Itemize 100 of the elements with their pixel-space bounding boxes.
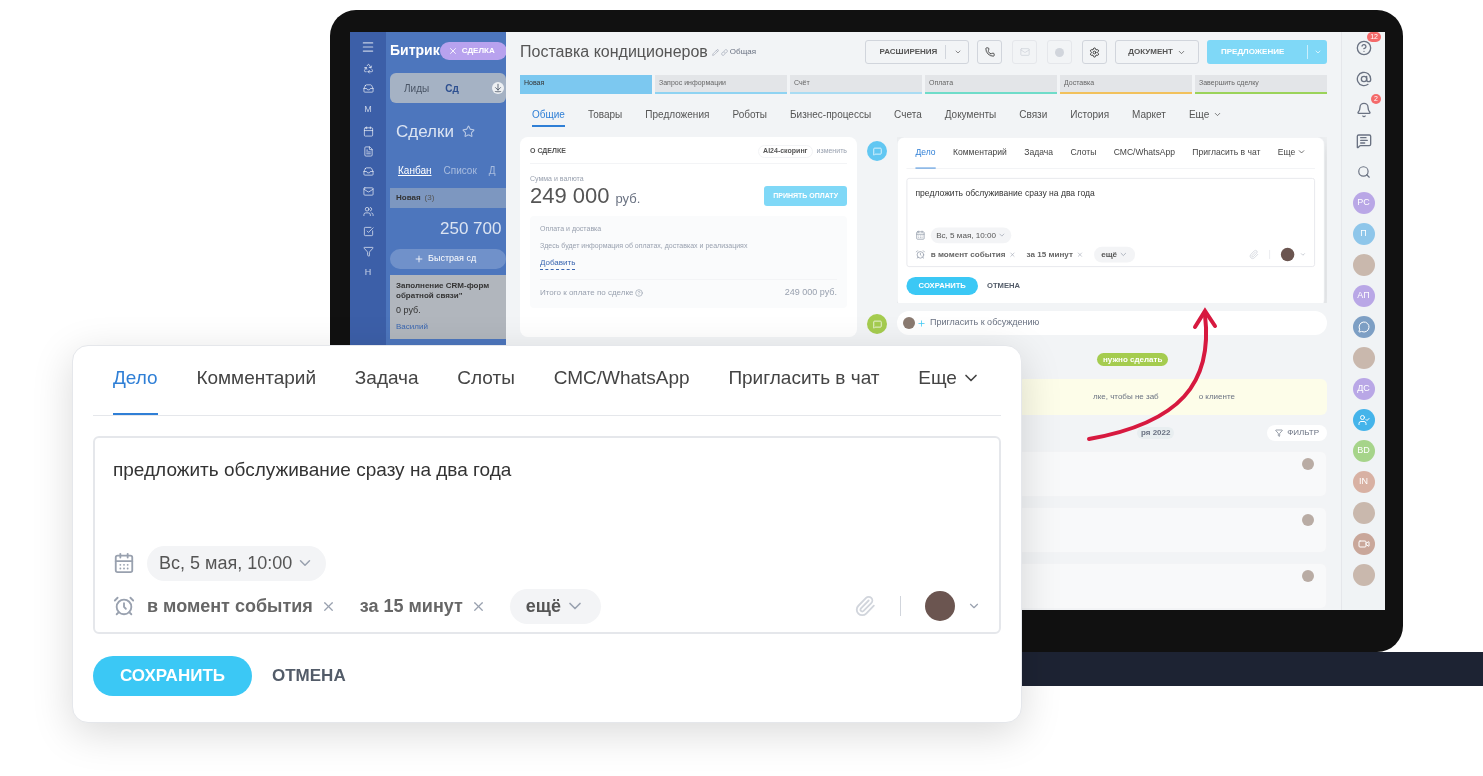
avatar-placeholder[interactable] xyxy=(1280,247,1295,262)
menu-item-icon[interactable] xyxy=(362,245,374,257)
add-link[interactable]: Добавить xyxy=(540,257,576,270)
column-sum: 250 700 xyxy=(439,217,503,240)
settings-button[interactable] xyxy=(1082,40,1108,64)
crm-tab[interactable]: Сд xyxy=(445,80,459,96)
phone-button[interactable] xyxy=(977,40,1003,64)
filter-button[interactable]: ФИЛЬТР xyxy=(1267,425,1327,441)
help-icon[interactable] xyxy=(1355,39,1372,56)
link-icon[interactable] xyxy=(720,48,728,56)
comment-marker-icon xyxy=(867,314,887,334)
messenger-icon xyxy=(1055,47,1065,57)
reminder-text: в момент события xyxy=(147,594,313,618)
deal-tab[interactable]: Общие xyxy=(532,107,565,127)
plus-icon xyxy=(917,318,926,328)
crm-tab[interactable]: Лиды xyxy=(404,80,430,96)
deal-tab[interactable]: Товары xyxy=(587,107,623,127)
date-pill[interactable]: Вс, 5 мая, 10:00 xyxy=(930,227,1012,243)
total-label: Итого к оплате по сделке xyxy=(540,286,634,299)
menu-item-icon[interactable] xyxy=(362,185,374,197)
mail-icon xyxy=(1019,47,1030,57)
amount-value: 249 000 xyxy=(530,184,610,208)
deal-tab[interactable]: Связи xyxy=(1019,107,1048,127)
menu-item-icon[interactable] xyxy=(362,83,374,94)
portal-name: Битрик xyxy=(390,41,440,60)
deal-tab[interactable]: История xyxy=(1070,107,1110,127)
deal-tab[interactable]: Маркет xyxy=(1132,107,1166,127)
deal-card[interactable]: Заполнение CRM-форм обратной связи" 0 руб. Василий xyxy=(390,275,506,339)
menu-item-icon[interactable] xyxy=(362,125,374,137)
menu-item-icon[interactable] xyxy=(362,63,374,74)
editor-tab[interactable]: Дело xyxy=(915,141,936,169)
column-title: Новая xyxy=(396,191,421,204)
deal-tab[interactable]: Роботы xyxy=(732,107,768,127)
editor-tab[interactable]: Слоты xyxy=(1070,141,1097,169)
avatar-placeholder xyxy=(1302,458,1314,470)
at-sign-icon[interactable] xyxy=(1355,70,1372,87)
paperclip-icon[interactable] xyxy=(854,595,876,617)
deal-title: Поставка кондиционеров xyxy=(520,42,708,62)
notifications-icon[interactable] xyxy=(1355,101,1372,118)
caret-icon xyxy=(954,48,963,56)
deal-title-line[interactable]: Заполнение CRM-форм xyxy=(396,281,506,291)
more-pill[interactable]: ещё xyxy=(509,588,602,624)
deal-tab[interactable]: Документы xyxy=(944,107,997,127)
filter-icon xyxy=(1275,429,1284,437)
editor-tab[interactable]: Задача xyxy=(354,356,419,415)
menu-item-letter[interactable]: М xyxy=(364,103,372,117)
activity-text-field[interactable]: предложить обслуживание сразу на два года Вс, 5 мая, 10:00 в момент события за 15 минут ещё xyxy=(93,435,1001,634)
menu-item-icon[interactable] xyxy=(362,145,374,157)
star-icon[interactable] xyxy=(461,125,475,139)
menu-item-letter[interactable]: Н xyxy=(364,265,372,279)
editor-tab[interactable]: СМС/WhatsApp xyxy=(1113,141,1175,169)
editor-tab[interactable]: Комментарий xyxy=(196,356,317,415)
menu-icon[interactable] xyxy=(361,40,375,54)
search-icon[interactable] xyxy=(1356,164,1371,179)
calendar-icon xyxy=(113,552,135,574)
collapse-icon[interactable] xyxy=(492,82,504,94)
note-text: лке, чтобы не заб xyxy=(1093,391,1159,403)
deal-tab[interactable]: Бизнес-процессы xyxy=(790,107,872,127)
user-clock-avatar[interactable] xyxy=(1352,408,1375,431)
cancel-button[interactable]: ОТМЕНА xyxy=(272,662,346,689)
deal-tab[interactable]: Предложения xyxy=(645,107,710,127)
settings-icon xyxy=(1089,46,1101,58)
close-icon[interactable] xyxy=(447,45,458,56)
editor-tab[interactable]: Комментарий xyxy=(953,141,1007,169)
video-avatar[interactable] xyxy=(1352,532,1375,555)
category-label[interactable]: Общая xyxy=(729,46,757,58)
speech-bubble-icon xyxy=(1357,320,1370,333)
menu-item-icon[interactable] xyxy=(362,205,374,217)
editor-tab[interactable]: Еще xyxy=(918,356,981,415)
editor-tab[interactable]: Еще xyxy=(1277,141,1306,169)
menu-item-icon[interactable] xyxy=(362,165,374,177)
video-camera-icon xyxy=(1357,537,1370,550)
deal-amount: 0 руб. xyxy=(396,304,422,317)
editor-tab[interactable]: Слоты xyxy=(457,356,515,415)
invite-bar[interactable]: Пригласить к обсуждению xyxy=(897,311,1327,335)
more-pill[interactable]: ещё xyxy=(1094,246,1136,263)
note-text: о клиенте xyxy=(1198,391,1235,403)
editor-tab[interactable]: Пригласить в чат xyxy=(728,356,880,415)
menu-item-icon[interactable] xyxy=(362,225,374,237)
deal-tab[interactable]: Счета xyxy=(894,107,922,127)
deal-tab[interactable]: Еще xyxy=(1188,107,1223,127)
edit-icon[interactable] xyxy=(711,48,719,56)
avatar-placeholder xyxy=(1302,514,1314,526)
date-pill[interactable]: Вс, 5 мая, 10:00 xyxy=(147,545,327,581)
group-chat-avatar[interactable] xyxy=(1352,315,1375,338)
invite-text: Пригласить к обсуждению xyxy=(930,316,1040,330)
avatar-placeholder[interactable] xyxy=(925,591,955,621)
deal-title-line[interactable]: обратной связи" xyxy=(396,291,506,301)
editor-tab[interactable]: Дело xyxy=(113,356,158,415)
editor-tab[interactable]: СМС/WhatsApp xyxy=(553,356,690,415)
todo-badge: нужно сделать xyxy=(1097,353,1169,366)
caret-icon xyxy=(1314,48,1322,56)
avatar-placeholder xyxy=(903,317,915,329)
document-button[interactable]: ДОКУМЕНТ xyxy=(1115,40,1199,64)
extensions-button[interactable]: РАСШИРЕНИЯ xyxy=(864,40,970,64)
chat-icon[interactable] xyxy=(1355,132,1372,149)
view-tab[interactable]: Канбан xyxy=(398,162,432,178)
total-value: 249 000 руб. xyxy=(784,286,837,299)
editor-tab[interactable]: Задача xyxy=(1024,141,1053,169)
editor-tab[interactable]: Пригласить в чат xyxy=(1192,141,1261,169)
